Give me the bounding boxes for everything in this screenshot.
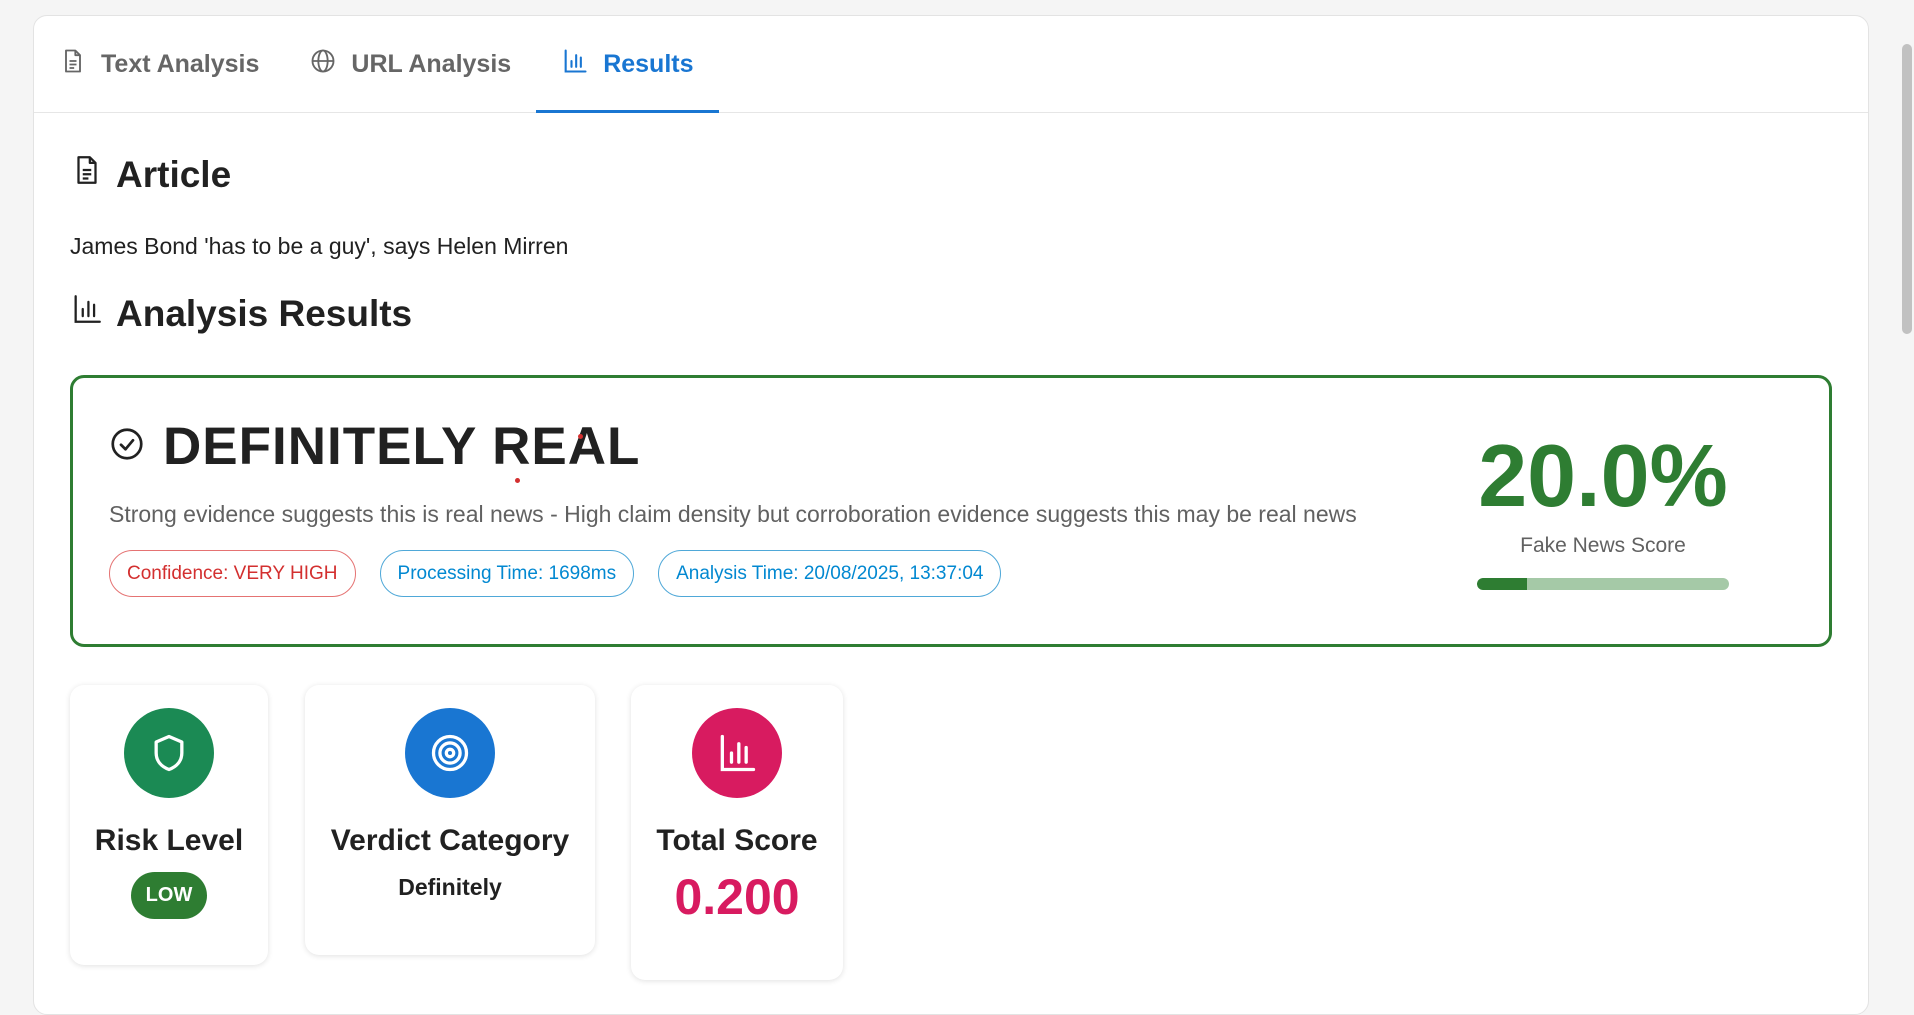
tab-url-analysis[interactable]: URL Analysis	[284, 16, 536, 112]
article-heading: Article	[70, 153, 1832, 196]
article-text: James Bond 'has to be a guy', says Helen…	[70, 233, 569, 259]
risk-level-card: Risk Level LOW	[70, 685, 268, 965]
total-score-value: 0.200	[674, 869, 800, 925]
risk-level-label: Risk Level	[94, 824, 244, 857]
tab-bar: Text Analysis URL Analysis Results	[34, 16, 1868, 113]
confidence-chip: Confidence: VERY HIGH	[109, 550, 356, 597]
analysis-heading-text: Analysis Results	[116, 292, 413, 334]
globe-icon	[309, 47, 337, 82]
verdict-title: DEFINITELY REAL	[163, 417, 641, 476]
scrollbar-thumb[interactable]	[1902, 44, 1912, 334]
verdict-category-card: Verdict Category Definitely	[305, 685, 595, 955]
shield-icon	[124, 708, 214, 798]
risk-level-badge: LOW	[130, 872, 208, 919]
score-progress-bar	[1477, 578, 1729, 590]
stats-row: Risk Level LOW Verdict Category Definite…	[70, 685, 1832, 985]
score-value: 20.0%	[1478, 426, 1728, 525]
analysis-time-chip: Analysis Time: 20/08/2025, 13:37:04	[658, 550, 1002, 597]
processing-time-chip: Processing Time: 1698ms	[379, 550, 635, 597]
tab-results[interactable]: Results	[536, 16, 719, 113]
tab-label: Results	[603, 49, 694, 78]
document-icon	[70, 153, 104, 196]
verdict-category-label: Verdict Category	[330, 824, 570, 857]
tab-text-analysis[interactable]: Text Analysis	[59, 16, 284, 112]
verdict-category-value: Definitely	[398, 874, 502, 900]
analysis-heading: Analysis Results	[70, 292, 1832, 335]
article-heading-text: Article	[116, 153, 232, 195]
target-icon	[405, 708, 495, 798]
tab-label: URL Analysis	[351, 49, 512, 78]
score-label: Fake News Score	[1520, 534, 1686, 557]
red-dot-marker	[578, 434, 583, 439]
bar-chart-icon	[692, 708, 782, 798]
score-progress-fill	[1477, 578, 1528, 590]
total-score-card: Total Score 0.200	[631, 685, 843, 980]
scrollbar[interactable]	[1900, 0, 1914, 991]
document-icon	[59, 47, 87, 82]
red-dot-marker	[515, 478, 520, 483]
bar-chart-icon	[561, 47, 589, 82]
check-circle-icon	[109, 426, 145, 467]
main-panel: Text Analysis URL Analysis Results Artic…	[33, 15, 1869, 1015]
tab-label: Text Analysis	[101, 49, 260, 78]
bar-chart-icon	[70, 292, 104, 335]
total-score-label: Total Score	[656, 824, 818, 857]
fake-news-score: 20.0% Fake News Score	[1477, 432, 1729, 590]
verdict-card: DEFINITELY REAL Strong evidence suggests…	[70, 375, 1832, 647]
results-content: Article James Bond 'has to be a guy', sa…	[34, 153, 1868, 985]
